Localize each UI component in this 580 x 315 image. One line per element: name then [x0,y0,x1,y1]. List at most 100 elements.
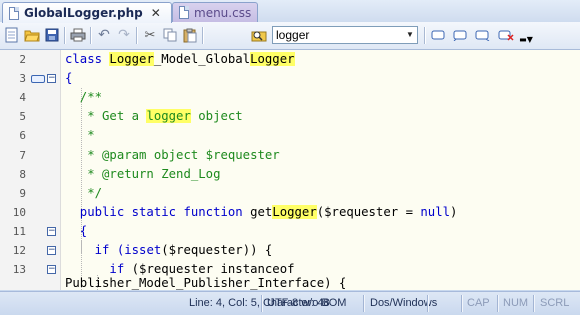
code-token: $requester = [324,204,421,219]
tab-globallogger-php[interactable]: GlobalLogger.php ✕ [2,2,172,23]
code-line[interactable]: 4 /** [0,88,580,107]
toolbar-overflow-icon[interactable]: ▬▼ [518,31,534,47]
cap-indicator: CAP [467,297,490,309]
code-text: if (isset($requester)) { [65,243,273,257]
code-line[interactable]: 11 − { [0,222,580,241]
save-icon[interactable] [44,27,60,43]
editor-window: GlobalLogger.php ✕ menu.css ↶ ↷ ✂ logger… [0,0,580,315]
code-line[interactable]: 2 class Logger_Model_GlobalLogger [0,50,580,69]
tab-bar: GlobalLogger.php ✕ menu.css [0,0,580,23]
line-number: 3 [19,72,26,86]
code-token: if [65,262,132,277]
line-number: 5 [19,110,26,124]
line-number: 4 [19,91,26,105]
status-bar: Line: 4, Col: 5, Character: 48 UTF-8 w/o… [0,291,580,315]
fold-toggle-icon[interactable]: − [47,226,56,236]
code-text: { [65,71,72,85]
code-token: ) [450,204,458,219]
code-token: * [65,128,95,143]
next-bookmark-icon[interactable] [474,27,490,43]
tab-menu-css[interactable]: menu.css [172,2,258,22]
open-folder-icon[interactable] [24,27,40,43]
new-file-icon[interactable] [4,27,20,43]
code-token: isset [124,243,162,257]
paste-icon[interactable] [182,27,198,43]
line-number: 8 [19,167,26,181]
code-text: if ($requester instanceof [65,262,295,277]
bookmark-icon[interactable] [31,75,45,84]
code-text: public static function getLogger($reques… [65,204,458,219]
encoding[interactable]: UTF-8 w/o BOM [267,297,346,309]
code-line[interactable]: 8 * @return Zend_Log [0,165,580,184]
code-token: Logger [272,204,317,219]
search-input[interactable]: logger ▼ [272,26,418,44]
line-number: 7 [19,148,26,162]
code-line[interactable]: 10 public static function getLogger($req… [0,203,580,222]
code-token: if [65,243,117,257]
code-token: null [420,204,451,219]
find-icon[interactable] [251,27,267,43]
code-token: public static function [65,204,251,219]
code-text: /** [65,90,102,104]
php-file-icon [9,6,19,20]
scrl-indicator: SCRL [540,297,570,309]
chevron-down-icon[interactable]: ▼ [403,27,417,43]
code-line[interactable]: Publisher_Model_Publisher_Interface) { [0,276,580,290]
code-line[interactable]: 5 * Get a logger object [0,107,580,126]
clear-bookmarks-icon[interactable] [498,27,514,43]
code-token: { [65,71,73,86]
line-number: 11 [12,224,26,238]
code-line[interactable]: 7 * @param object $requester [0,146,580,165]
code-token: * Get a [65,109,147,124]
toggle-bookmark-icon[interactable] [430,27,446,43]
line-number: 13 [12,263,26,277]
line-number: 10 [12,205,26,219]
fold-toggle-icon[interactable]: − [47,246,56,255]
fold-toggle-icon[interactable]: − [47,74,56,84]
prev-bookmark-icon[interactable] [452,27,468,43]
code-line[interactable]: 12 − if (isset($requester)) { [0,241,580,260]
fold-toggle-icon[interactable]: − [47,265,56,275]
code-token: get [250,204,273,219]
code-token: /** [65,90,103,105]
code-line[interactable]: 6 * [0,126,580,145]
code-token: ($requester instanceof [131,262,295,277]
code-line[interactable]: 3 −{ [0,69,580,88]
code-token: ($requester)) { [161,243,273,257]
code-text: * @param object $requester [65,148,280,162]
code-text: * [65,128,95,143]
tab-label: GlobalLogger.php [24,6,143,20]
line-number: 12 [12,244,26,257]
code-text: * Get a logger object [65,109,243,124]
code-token: Publisher_Model_Publisher_Interface) { [65,276,347,290]
code-token: class [65,52,110,66]
line-number: 9 [19,186,26,200]
code-token: logger [146,109,191,124]
code-text: */ [65,186,102,200]
code-text: { [65,224,87,238]
code-editor[interactable]: 2 class Logger_Model_GlobalLogger 3−{4 /**… [0,50,580,290]
code-text: Publisher_Model_Publisher_Interface) { [65,276,346,290]
code-token: Logger [250,52,295,66]
code-token: * @return Zend_Log [65,166,221,181]
code-token: _Model_Global [153,52,251,66]
close-tab-icon[interactable]: ✕ [151,6,161,20]
search-value: logger [276,28,310,42]
code-token: object [190,109,243,124]
code-token: Logger [109,52,154,66]
toolbar: ↶ ↷ ✂ logger ▼ ▬▼ [0,22,580,50]
css-file-icon [179,6,189,19]
code-token: { [65,223,88,238]
code-token: */ [65,185,103,200]
line-number: 6 [19,129,26,143]
print-icon[interactable] [70,27,86,43]
line-number: 2 [19,53,26,66]
undo-icon[interactable]: ↶ [96,27,112,43]
code-text: * @return Zend_Log [65,167,220,181]
redo-icon[interactable]: ↷ [116,27,132,43]
code-line[interactable]: 9 */ [0,184,580,203]
code-text: class Logger_Model_GlobalLogger [65,52,295,66]
copy-icon[interactable] [162,27,178,43]
num-indicator: NUM [503,297,529,309]
cut-icon[interactable]: ✂ [142,27,158,43]
